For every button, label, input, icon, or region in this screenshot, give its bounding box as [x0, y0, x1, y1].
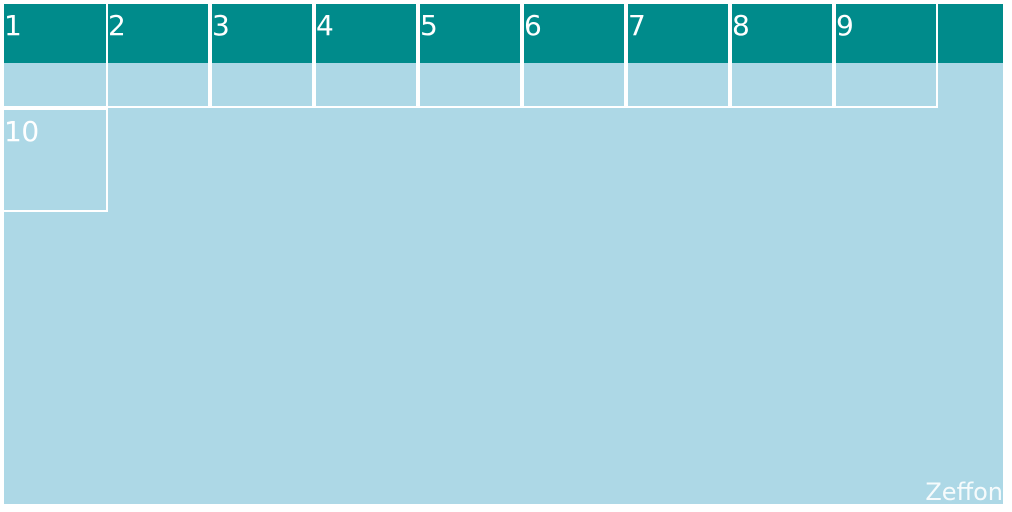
tile-6: 6	[522, 4, 626, 108]
brand-watermark: Zeffon	[925, 478, 1003, 504]
tile-canvas: 1 2 3 4 5 6 7 8 9 10 Zeffon	[4, 4, 1003, 504]
tile-4: 4	[314, 4, 418, 108]
tile-label: 4	[316, 9, 334, 42]
tile-8: 8	[730, 4, 834, 108]
tile-label: 6	[524, 9, 542, 42]
tile-label: 5	[420, 9, 438, 42]
tile-label: 3	[212, 9, 230, 42]
tile-2: 2	[106, 4, 210, 108]
tile-label: 10	[4, 115, 39, 148]
tile-5: 5	[418, 4, 522, 108]
tile-7: 7	[626, 4, 730, 108]
tile-label: 2	[108, 9, 126, 42]
tile-label: 7	[628, 9, 646, 42]
tile-label: 1	[4, 9, 22, 42]
tile-9: 9	[834, 4, 938, 108]
tile-label: 9	[836, 9, 854, 42]
tile-1: 1	[4, 4, 108, 108]
tile-10: 10	[4, 108, 108, 212]
tile-3: 3	[210, 4, 314, 108]
tile-label: 8	[732, 9, 750, 42]
